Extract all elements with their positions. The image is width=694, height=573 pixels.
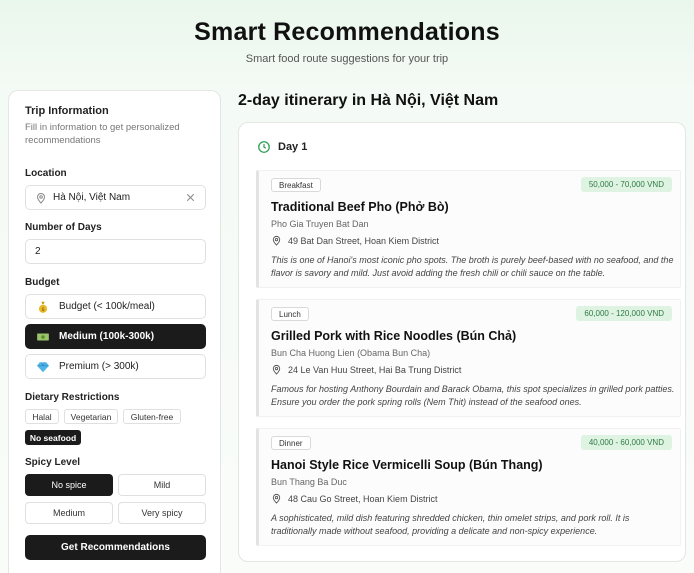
meal-name: Hanoi Style Rice Vermicelli Soup (Bún Th… bbox=[271, 458, 543, 472]
budget-label: Budget bbox=[25, 277, 60, 288]
dietary-chip-no-seafood[interactable]: No seafood bbox=[25, 430, 81, 445]
map-pin-icon bbox=[36, 192, 46, 204]
dietary-chip-halal[interactable]: Halal bbox=[25, 409, 59, 424]
dietary-label: Dietary Restrictions bbox=[25, 392, 120, 403]
panel-description: Fill in information to get personalized … bbox=[25, 122, 180, 146]
meal-description: This is one of Hanoi's most iconic pho s… bbox=[271, 255, 674, 278]
budget-option-premium[interactable]: Premium (> 300k) bbox=[25, 354, 206, 379]
meal-description: A sophisticated, mild dish featuring shr… bbox=[271, 513, 630, 536]
address-text: 49 Bat Dan Street, Hoan Kiem District bbox=[288, 235, 440, 246]
spicy-option-medium[interactable]: Medium bbox=[25, 502, 113, 524]
price-badge: 40,000 - 60,000 VND bbox=[580, 435, 672, 450]
day-card: Day 1 Breakfast 50,000 - 70,000 VND Trad… bbox=[238, 122, 686, 562]
budget-option-medium[interactable]: Medium (100k-300k) bbox=[25, 324, 206, 349]
days-value: 2 bbox=[35, 246, 41, 257]
panel-title: Trip Information bbox=[25, 105, 109, 117]
location-field[interactable]: Hà Nội, Việt Nam bbox=[25, 185, 206, 210]
spicy-option-very-spicy[interactable]: Very spicy bbox=[118, 502, 206, 524]
days-input[interactable]: 2 bbox=[25, 239, 206, 264]
price-badge: 60,000 - 120,000 VND bbox=[576, 306, 672, 321]
days-label: Number of Days bbox=[25, 222, 102, 233]
dietary-chip-gluten-free[interactable]: Gluten-free bbox=[123, 409, 181, 424]
budget-option-label: Premium (> 300k) bbox=[59, 361, 139, 372]
map-pin-icon bbox=[272, 364, 281, 375]
meal-tag: Lunch bbox=[271, 307, 309, 321]
get-recommendations-button[interactable]: Get Recommendations bbox=[25, 535, 206, 560]
location-label: Location bbox=[25, 168, 67, 179]
banknote-icon bbox=[37, 333, 49, 340]
meal-name: Grilled Pork with Rice Noodles (Bún Chả) bbox=[271, 329, 517, 343]
restaurant-name: Pho Gia Truyen Bat Dan bbox=[271, 219, 369, 229]
svg-text:$: $ bbox=[41, 307, 44, 313]
meal-address: 24 Le Van Huu Street, Hai Ba Trung Distr… bbox=[271, 364, 461, 375]
price-badge: 50,000 - 70,000 VND bbox=[580, 177, 672, 192]
map-pin-icon bbox=[272, 493, 281, 504]
money-bag-icon: $ bbox=[38, 301, 48, 313]
restaurant-name: Bun Cha Huong Lien (Obama Bun Cha) bbox=[271, 348, 431, 358]
meal-tag: Dinner bbox=[271, 436, 311, 450]
address-text: 48 Cau Go Street, Hoan Kiem District bbox=[288, 493, 438, 504]
budget-option-label: Medium (100k-300k) bbox=[59, 331, 155, 342]
dietary-chip-vegetarian[interactable]: Vegetarian bbox=[64, 409, 118, 424]
map-pin-icon bbox=[272, 235, 281, 246]
spicy-option-mild[interactable]: Mild bbox=[118, 474, 206, 496]
diamond-icon bbox=[37, 361, 49, 372]
meal-address: 48 Cau Go Street, Hoan Kiem District bbox=[271, 493, 438, 504]
spicy-label: Spicy Level bbox=[25, 457, 81, 468]
meal-card-lunch[interactable]: Lunch 60,000 - 120,000 VND Grilled Pork … bbox=[256, 299, 681, 417]
location-value: Hà Nội, Việt Nam bbox=[53, 192, 131, 203]
clear-icon[interactable] bbox=[185, 192, 196, 203]
clock-icon bbox=[258, 141, 270, 153]
meal-name: Traditional Beef Pho (Phở Bò) bbox=[271, 200, 449, 214]
budget-option-label: Budget (< 100k/meal) bbox=[59, 301, 155, 312]
meal-card-breakfast[interactable]: Breakfast 50,000 - 70,000 VND Traditiona… bbox=[256, 170, 681, 288]
meal-tag: Breakfast bbox=[271, 178, 321, 192]
page-title: Smart Recommendations bbox=[194, 18, 500, 46]
meal-address: 49 Bat Dan Street, Hoan Kiem District bbox=[271, 235, 439, 246]
trip-info-panel: Trip Information Fill in information to … bbox=[8, 90, 221, 573]
day-header: Day 1 bbox=[257, 140, 307, 154]
restaurant-name: Bun Thang Ba Duc bbox=[271, 477, 347, 487]
spicy-option-no-spice[interactable]: No spice bbox=[25, 474, 113, 496]
itinerary-title: 2-day itinerary in Hà Nội, Việt Nam bbox=[238, 92, 499, 109]
meal-card-dinner[interactable]: Dinner 40,000 - 60,000 VND Hanoi Style R… bbox=[256, 428, 681, 546]
meal-description: Famous for hosting Anthony Bourdain and … bbox=[271, 384, 675, 407]
address-text: 24 Le Van Huu Street, Hai Ba Trung Distr… bbox=[288, 364, 462, 375]
budget-option-budget[interactable]: $ Budget (< 100k/meal) bbox=[25, 294, 206, 319]
day-label: Day 1 bbox=[278, 141, 308, 153]
page-subtitle: Smart food route suggestions for your tr… bbox=[245, 53, 449, 65]
